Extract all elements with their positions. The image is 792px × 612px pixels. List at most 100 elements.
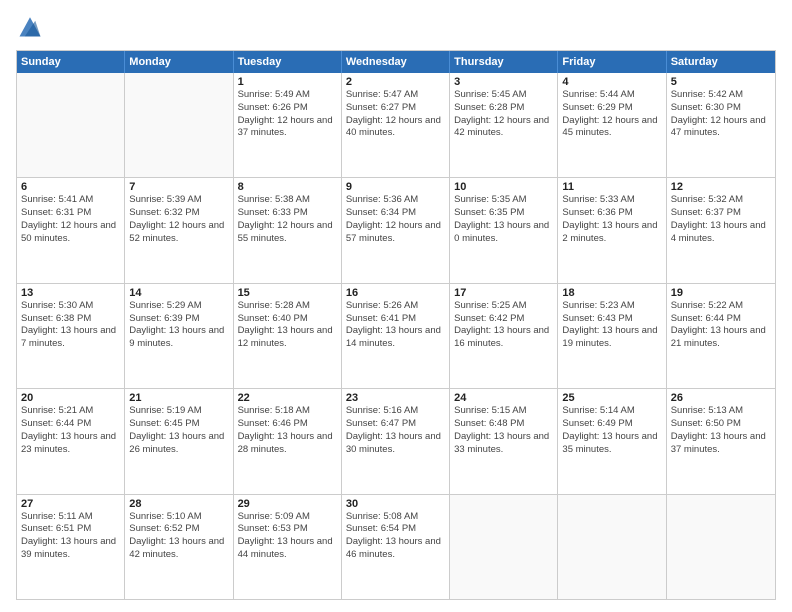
calendar-header-row: SundayMondayTuesdayWednesdayThursdayFrid… bbox=[17, 51, 775, 73]
cell-info: Sunrise: 5:33 AM Sunset: 6:36 PM Dayligh… bbox=[562, 194, 661, 245]
cal-cell: 7Sunrise: 5:39 AM Sunset: 6:32 PM Daylig… bbox=[125, 178, 233, 282]
cell-date: 4 bbox=[562, 76, 661, 88]
cal-cell: 28Sunrise: 5:10 AM Sunset: 6:52 PM Dayli… bbox=[125, 495, 233, 599]
cell-info: Sunrise: 5:41 AM Sunset: 6:31 PM Dayligh… bbox=[21, 194, 120, 245]
cell-date: 1 bbox=[238, 76, 337, 88]
cal-cell: 17Sunrise: 5:25 AM Sunset: 6:42 PM Dayli… bbox=[450, 284, 558, 388]
cell-info: Sunrise: 5:45 AM Sunset: 6:28 PM Dayligh… bbox=[454, 89, 553, 140]
cell-info: Sunrise: 5:39 AM Sunset: 6:32 PM Dayligh… bbox=[129, 194, 228, 245]
cell-date: 26 bbox=[671, 392, 771, 404]
cal-cell: 30Sunrise: 5:08 AM Sunset: 6:54 PM Dayli… bbox=[342, 495, 450, 599]
cell-info: Sunrise: 5:25 AM Sunset: 6:42 PM Dayligh… bbox=[454, 300, 553, 351]
cell-info: Sunrise: 5:08 AM Sunset: 6:54 PM Dayligh… bbox=[346, 511, 445, 562]
cal-cell: 19Sunrise: 5:22 AM Sunset: 6:44 PM Dayli… bbox=[667, 284, 775, 388]
cell-info: Sunrise: 5:44 AM Sunset: 6:29 PM Dayligh… bbox=[562, 89, 661, 140]
cell-info: Sunrise: 5:32 AM Sunset: 6:37 PM Dayligh… bbox=[671, 194, 771, 245]
cell-info: Sunrise: 5:22 AM Sunset: 6:44 PM Dayligh… bbox=[671, 300, 771, 351]
cell-date: 23 bbox=[346, 392, 445, 404]
page: SundayMondayTuesdayWednesdayThursdayFrid… bbox=[0, 0, 792, 612]
cal-header-sunday: Sunday bbox=[17, 51, 125, 73]
cell-info: Sunrise: 5:21 AM Sunset: 6:44 PM Dayligh… bbox=[21, 405, 120, 456]
cal-cell: 13Sunrise: 5:30 AM Sunset: 6:38 PM Dayli… bbox=[17, 284, 125, 388]
cal-week-1: 1Sunrise: 5:49 AM Sunset: 6:26 PM Daylig… bbox=[17, 73, 775, 177]
cell-date: 8 bbox=[238, 181, 337, 193]
cal-cell: 5Sunrise: 5:42 AM Sunset: 6:30 PM Daylig… bbox=[667, 73, 775, 177]
cal-cell: 24Sunrise: 5:15 AM Sunset: 6:48 PM Dayli… bbox=[450, 389, 558, 493]
cell-date: 19 bbox=[671, 287, 771, 299]
cell-info: Sunrise: 5:42 AM Sunset: 6:30 PM Dayligh… bbox=[671, 89, 771, 140]
cal-cell: 20Sunrise: 5:21 AM Sunset: 6:44 PM Dayli… bbox=[17, 389, 125, 493]
cell-date: 12 bbox=[671, 181, 771, 193]
cal-cell: 11Sunrise: 5:33 AM Sunset: 6:36 PM Dayli… bbox=[558, 178, 666, 282]
cell-info: Sunrise: 5:11 AM Sunset: 6:51 PM Dayligh… bbox=[21, 511, 120, 562]
cell-date: 25 bbox=[562, 392, 661, 404]
cell-info: Sunrise: 5:38 AM Sunset: 6:33 PM Dayligh… bbox=[238, 194, 337, 245]
cell-info: Sunrise: 5:28 AM Sunset: 6:40 PM Dayligh… bbox=[238, 300, 337, 351]
calendar: SundayMondayTuesdayWednesdayThursdayFrid… bbox=[16, 50, 776, 600]
cell-date: 5 bbox=[671, 76, 771, 88]
logo bbox=[16, 12, 48, 40]
cell-date: 15 bbox=[238, 287, 337, 299]
cal-cell: 16Sunrise: 5:26 AM Sunset: 6:41 PM Dayli… bbox=[342, 284, 450, 388]
cal-cell: 26Sunrise: 5:13 AM Sunset: 6:50 PM Dayli… bbox=[667, 389, 775, 493]
cell-info: Sunrise: 5:23 AM Sunset: 6:43 PM Dayligh… bbox=[562, 300, 661, 351]
cell-info: Sunrise: 5:10 AM Sunset: 6:52 PM Dayligh… bbox=[129, 511, 228, 562]
cal-cell: 18Sunrise: 5:23 AM Sunset: 6:43 PM Dayli… bbox=[558, 284, 666, 388]
cell-date: 28 bbox=[129, 498, 228, 510]
header bbox=[16, 12, 776, 40]
cell-info: Sunrise: 5:18 AM Sunset: 6:46 PM Dayligh… bbox=[238, 405, 337, 456]
cell-info: Sunrise: 5:16 AM Sunset: 6:47 PM Dayligh… bbox=[346, 405, 445, 456]
cal-header-saturday: Saturday bbox=[667, 51, 775, 73]
cell-info: Sunrise: 5:35 AM Sunset: 6:35 PM Dayligh… bbox=[454, 194, 553, 245]
cal-cell: 6Sunrise: 5:41 AM Sunset: 6:31 PM Daylig… bbox=[17, 178, 125, 282]
cal-cell: 22Sunrise: 5:18 AM Sunset: 6:46 PM Dayli… bbox=[234, 389, 342, 493]
cell-info: Sunrise: 5:36 AM Sunset: 6:34 PM Dayligh… bbox=[346, 194, 445, 245]
cell-date: 3 bbox=[454, 76, 553, 88]
cal-cell bbox=[667, 495, 775, 599]
cal-cell bbox=[125, 73, 233, 177]
cell-date: 7 bbox=[129, 181, 228, 193]
cell-date: 13 bbox=[21, 287, 120, 299]
cal-cell: 29Sunrise: 5:09 AM Sunset: 6:53 PM Dayli… bbox=[234, 495, 342, 599]
cal-cell bbox=[450, 495, 558, 599]
cell-date: 18 bbox=[562, 287, 661, 299]
cell-info: Sunrise: 5:49 AM Sunset: 6:26 PM Dayligh… bbox=[238, 89, 337, 140]
cell-date: 9 bbox=[346, 181, 445, 193]
cell-info: Sunrise: 5:15 AM Sunset: 6:48 PM Dayligh… bbox=[454, 405, 553, 456]
cal-header-tuesday: Tuesday bbox=[234, 51, 342, 73]
cal-cell bbox=[17, 73, 125, 177]
cell-date: 22 bbox=[238, 392, 337, 404]
cell-date: 11 bbox=[562, 181, 661, 193]
cal-week-3: 13Sunrise: 5:30 AM Sunset: 6:38 PM Dayli… bbox=[17, 283, 775, 388]
cell-date: 2 bbox=[346, 76, 445, 88]
cal-header-thursday: Thursday bbox=[450, 51, 558, 73]
cell-info: Sunrise: 5:13 AM Sunset: 6:50 PM Dayligh… bbox=[671, 405, 771, 456]
cell-info: Sunrise: 5:29 AM Sunset: 6:39 PM Dayligh… bbox=[129, 300, 228, 351]
cal-cell: 12Sunrise: 5:32 AM Sunset: 6:37 PM Dayli… bbox=[667, 178, 775, 282]
cell-date: 6 bbox=[21, 181, 120, 193]
cal-header-wednesday: Wednesday bbox=[342, 51, 450, 73]
cell-info: Sunrise: 5:14 AM Sunset: 6:49 PM Dayligh… bbox=[562, 405, 661, 456]
cal-cell: 15Sunrise: 5:28 AM Sunset: 6:40 PM Dayli… bbox=[234, 284, 342, 388]
cal-cell: 9Sunrise: 5:36 AM Sunset: 6:34 PM Daylig… bbox=[342, 178, 450, 282]
cell-info: Sunrise: 5:09 AM Sunset: 6:53 PM Dayligh… bbox=[238, 511, 337, 562]
cal-cell: 10Sunrise: 5:35 AM Sunset: 6:35 PM Dayli… bbox=[450, 178, 558, 282]
cell-date: 21 bbox=[129, 392, 228, 404]
cell-date: 16 bbox=[346, 287, 445, 299]
cal-header-friday: Friday bbox=[558, 51, 666, 73]
cal-week-2: 6Sunrise: 5:41 AM Sunset: 6:31 PM Daylig… bbox=[17, 177, 775, 282]
cal-cell: 1Sunrise: 5:49 AM Sunset: 6:26 PM Daylig… bbox=[234, 73, 342, 177]
cell-date: 30 bbox=[346, 498, 445, 510]
cell-info: Sunrise: 5:19 AM Sunset: 6:45 PM Dayligh… bbox=[129, 405, 228, 456]
cal-cell: 27Sunrise: 5:11 AM Sunset: 6:51 PM Dayli… bbox=[17, 495, 125, 599]
cal-cell: 2Sunrise: 5:47 AM Sunset: 6:27 PM Daylig… bbox=[342, 73, 450, 177]
cal-cell: 8Sunrise: 5:38 AM Sunset: 6:33 PM Daylig… bbox=[234, 178, 342, 282]
cal-cell: 25Sunrise: 5:14 AM Sunset: 6:49 PM Dayli… bbox=[558, 389, 666, 493]
cell-date: 29 bbox=[238, 498, 337, 510]
cell-date: 24 bbox=[454, 392, 553, 404]
cal-cell bbox=[558, 495, 666, 599]
logo-icon bbox=[16, 12, 44, 40]
cell-info: Sunrise: 5:30 AM Sunset: 6:38 PM Dayligh… bbox=[21, 300, 120, 351]
cell-info: Sunrise: 5:26 AM Sunset: 6:41 PM Dayligh… bbox=[346, 300, 445, 351]
cal-cell: 3Sunrise: 5:45 AM Sunset: 6:28 PM Daylig… bbox=[450, 73, 558, 177]
